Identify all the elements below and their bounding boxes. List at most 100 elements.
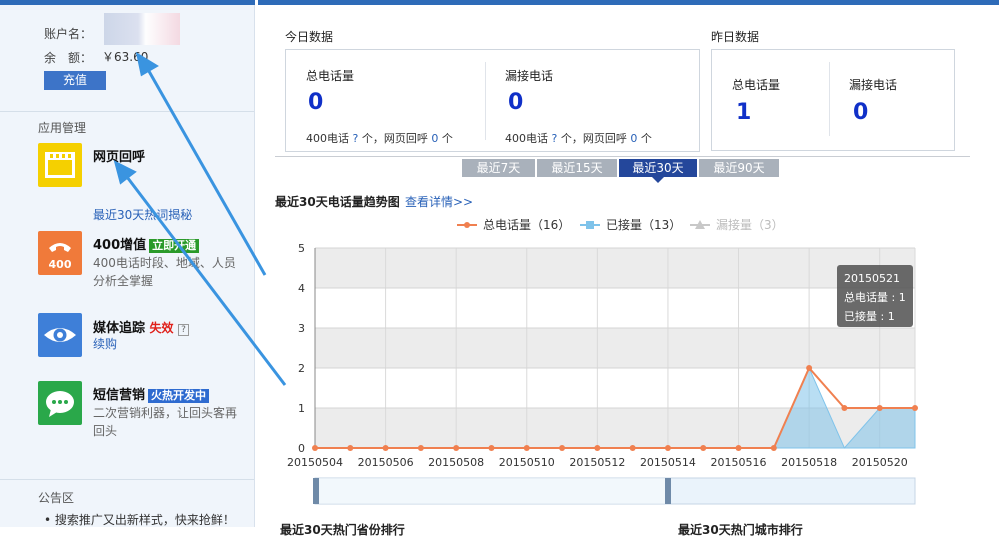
today-missed-sub: 400电话 ? 个，网页回呼 0 个 (505, 132, 652, 145)
main-content: 今日数据 总电话量 0 400电话 ? 个，网页回呼 0 个 漏接电话 0 40… (262, 5, 999, 537)
x-tick-label: 20150504 (287, 456, 343, 469)
help-icon[interactable]: ? (178, 324, 189, 336)
today-total-value: 0 (308, 90, 324, 115)
sms-title-text[interactable]: 短信营销 (93, 388, 145, 403)
sms-desc: 二次营销利器，让回头客再回头 (93, 406, 238, 438)
apps-section-title: 应用管理 (38, 121, 87, 135)
yesterday-card: 总电话量 1 漏接电话 0 (711, 49, 955, 151)
tab-7-days[interactable]: 最近7天 (462, 159, 535, 177)
x-tick-label: 20150520 (852, 456, 908, 469)
hot-dev-badge: 火热开发中 (148, 389, 210, 403)
total-point (735, 445, 742, 451)
account-name-redacted (104, 13, 180, 45)
total-point (417, 445, 424, 451)
view-details-link[interactable]: 查看详情>> (405, 193, 473, 210)
y-tick-label: 0 (298, 442, 305, 455)
value-400-desc: 400电话时段、地域、人员分析全掌握 (93, 256, 236, 288)
yesterday-missed-value: 0 (853, 100, 869, 125)
total-point (312, 445, 318, 451)
city-rank-title: 最近30天热门城市排行 (678, 523, 803, 537)
legend-label: 已接量（13） (606, 217, 681, 232)
total-point (347, 445, 354, 451)
notice-item[interactable]: • 搜索推广又出新样式，快来抢鲜！ (44, 511, 235, 528)
web-callback-icon[interactable] (38, 143, 82, 187)
legend-label: 漏接量（3） (716, 217, 784, 232)
total-point (664, 445, 671, 451)
total-point (629, 445, 636, 451)
today-total-label: 总电话量 (306, 69, 355, 83)
y-tick-label: 3 (298, 322, 305, 335)
legend-marker (586, 221, 594, 229)
sidebar: 账户名： 余 额： ￥63.60 充值 应用管理 网页回呼 最近30天热词揭秘 … (0, 5, 255, 527)
total-point (559, 445, 566, 451)
web-callback-title[interactable]: 网页回呼 (93, 146, 145, 165)
media-title: 媒体追踪 失效 ? (93, 317, 189, 336)
media-title-text[interactable]: 媒体追踪 (93, 321, 145, 336)
phone-400-icon[interactable]: 400 (38, 231, 82, 275)
account-name-label: 账户名： (44, 27, 93, 41)
y-tick-label: 4 (298, 282, 305, 295)
y-tick-label: 1 (298, 402, 305, 415)
renew-link[interactable]: 续购 (93, 335, 117, 353)
tab-15-days[interactable]: 最近15天 (537, 159, 617, 177)
activate-now-badge[interactable]: 立即开通 (149, 239, 200, 253)
total-point (770, 445, 777, 451)
eye-icon[interactable] (38, 313, 82, 357)
notice-title: 公告区 (38, 491, 75, 505)
divider (829, 62, 830, 136)
divider (0, 479, 254, 480)
total-point (806, 365, 813, 371)
divider (485, 62, 486, 140)
svg-text:400: 400 (49, 258, 72, 271)
y-tick-label: 5 (298, 242, 305, 255)
yesterday-total-value: 1 (736, 100, 752, 125)
expired-badge: 失效 (149, 321, 174, 335)
notice-item-text[interactable]: 搜索推广又出新样式，快来抢鲜！ (55, 513, 235, 527)
plot-band (315, 248, 915, 288)
today-card: 总电话量 0 400电话 ? 个，网页回呼 0 个 漏接电话 0 400电话 ?… (285, 49, 700, 152)
tab-30-days[interactable]: 最近30天 (619, 159, 697, 183)
balance-label: 余 额： (44, 51, 93, 65)
yesterday-title: 昨日数据 (711, 30, 760, 44)
sms-title: 短信营销 火热开发中 (93, 384, 210, 403)
total-point (841, 405, 848, 411)
tooltip-total: 总电话量 : 1 (844, 290, 906, 304)
balance-value: ￥63.60 (102, 50, 149, 64)
x-tick-label: 20150516 (711, 456, 767, 469)
today-title: 今日数据 (285, 30, 334, 44)
range-handle-right (665, 478, 671, 504)
total-point (488, 445, 495, 451)
recharge-button[interactable]: 充值 (44, 71, 106, 90)
total-point (700, 445, 707, 451)
value-400-title: 400增值 立即开通 (93, 234, 200, 253)
province-rank-title: 最近30天热门省份排行 (280, 523, 405, 537)
legend-marker (464, 222, 470, 228)
chat-bubble-icon[interactable] (38, 381, 82, 425)
x-tick-label: 20150518 (781, 456, 837, 469)
value-400-title-text[interactable]: 400增值 (93, 238, 146, 253)
today-missed-label: 漏接电话 (505, 69, 554, 83)
x-tick-label: 20150514 (640, 456, 696, 469)
yesterday-total-label: 总电话量 (732, 78, 781, 92)
plot-band (315, 328, 915, 368)
account-panel: 账户名： 余 额： ￥63.60 充值 (0, 5, 254, 112)
x-tick-label: 20150510 (499, 456, 555, 469)
plot-band (315, 288, 915, 328)
tab-90-days[interactable]: 最近90天 (699, 159, 779, 177)
x-tick-label: 20150506 (358, 456, 414, 469)
trend-chart: 0 1 2 3 4 5 20150504 20150506 20150508 20150510 20… (287, 217, 918, 505)
total-point (382, 445, 389, 451)
today-missed-value: 0 (508, 90, 524, 115)
total-point (876, 405, 883, 411)
tab-line (275, 156, 970, 157)
total-point (912, 405, 918, 411)
today-total-sub: 400电话 ? 个，网页回呼 0 个 (306, 132, 453, 145)
tooltip-answered: 已接量 : 1 (844, 310, 895, 323)
total-point (453, 445, 460, 451)
plot-band (315, 368, 915, 408)
range-handle-left (313, 478, 319, 504)
legend-label: 总电话量（16） (483, 218, 570, 232)
tooltip-date: 20150521 (844, 272, 900, 285)
x-tick-label: 20150512 (569, 456, 625, 469)
hot-words-link[interactable]: 最近30天热词揭秘 (93, 206, 192, 224)
